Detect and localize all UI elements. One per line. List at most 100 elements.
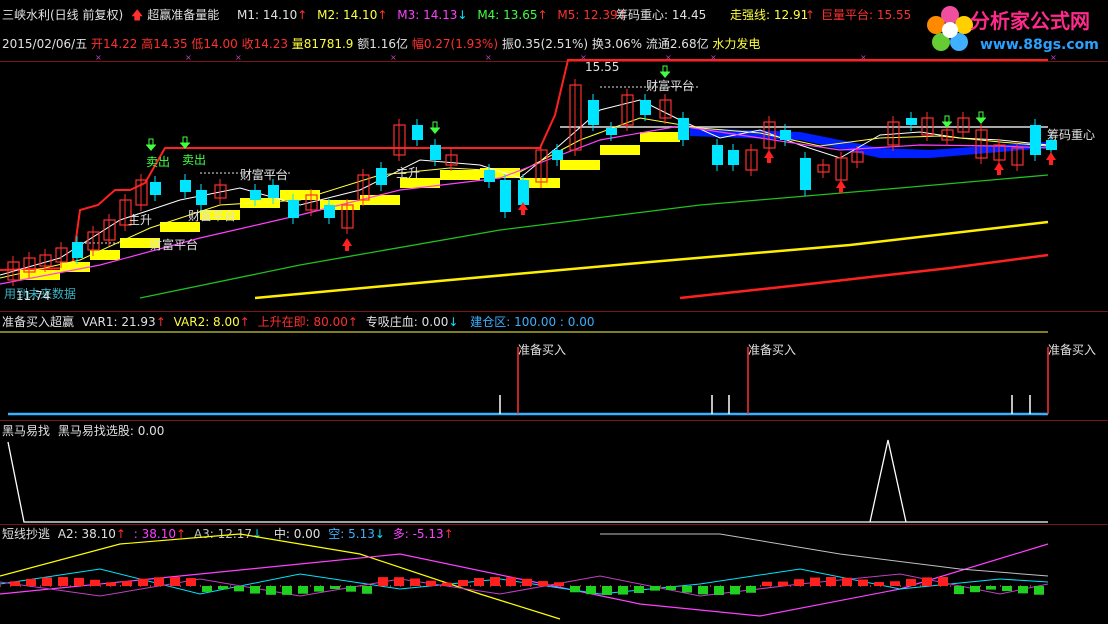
candle-body [906, 118, 917, 125]
histogram-bar [714, 586, 724, 595]
wealth-platform-label: 财富平台 [646, 79, 695, 93]
histogram-bar [906, 578, 916, 586]
sell-arrow-icon [146, 138, 156, 146]
ma120-line [254, 220, 1049, 300]
sell-arrow-icon [942, 115, 952, 123]
histogram-bar [42, 577, 52, 586]
bottom-price-label: 11.74 [16, 289, 51, 303]
histogram-bar [570, 586, 580, 593]
histogram-bar [314, 586, 324, 592]
marker-x: × [390, 53, 397, 62]
candle-body [412, 125, 423, 140]
buy-signal-label: 准备买入 [518, 343, 567, 357]
buy-arrow-icon [1046, 152, 1056, 165]
panel2-chart[interactable] [0, 311, 1108, 421]
histogram-bar [458, 580, 468, 586]
ma250-line [679, 253, 1049, 300]
sell-arrow-icon [660, 65, 670, 73]
wealth-platform-label: 财富平台 [150, 238, 199, 252]
histogram-bar [346, 586, 356, 592]
histogram-bar [970, 586, 980, 593]
histogram-bar [522, 578, 532, 586]
histogram-bar [330, 586, 340, 590]
histogram-bar [218, 586, 228, 590]
histogram-bar [378, 577, 388, 586]
candle-body [552, 150, 563, 160]
blackhorse-line [7, 441, 1048, 523]
buy-arrow-icon [994, 162, 1004, 175]
wealth-platform-label: 财富平台 [240, 168, 289, 182]
histogram-bar [234, 586, 244, 592]
candle-body [72, 242, 83, 258]
candle-body [180, 180, 191, 192]
sell-arrow-icon [180, 136, 190, 144]
histogram-bar [650, 586, 660, 591]
panel4-chart[interactable] [0, 524, 1108, 624]
candle-body [196, 190, 207, 205]
buy-arrow-icon [342, 238, 352, 251]
histogram-bar [698, 586, 708, 595]
wealth-platform-label: 财富平台 [188, 209, 237, 223]
candle-body [376, 168, 387, 185]
candle-body [728, 150, 739, 165]
sell-arrow-icon [430, 128, 440, 134]
histogram-bar [778, 581, 788, 586]
histogram-bar [938, 577, 948, 586]
candle-body [640, 100, 651, 115]
main-up-label: 主升 [128, 213, 153, 227]
candle-body [712, 145, 723, 165]
histogram-bar [682, 586, 692, 593]
buy-signal-label: 准备买入 [748, 343, 797, 357]
histogram-bar [842, 577, 852, 586]
histogram-bar [154, 577, 164, 586]
top-price-label: 15.55 [585, 60, 620, 74]
histogram-bar [10, 581, 20, 586]
histogram-bar [810, 577, 820, 586]
histogram-bar [602, 586, 612, 595]
buy-signal-label: 准备买入 [1048, 343, 1097, 357]
histogram-bar [826, 577, 836, 586]
histogram-bar [170, 577, 180, 586]
candle-body [606, 128, 617, 135]
histogram-bar [394, 577, 404, 586]
histogram-bar [26, 578, 36, 586]
histogram-bar [954, 586, 964, 595]
candle-body [150, 182, 161, 195]
candle-body [588, 100, 599, 125]
strength-band [600, 145, 640, 155]
strength-band [90, 250, 120, 260]
histogram-bar [74, 577, 84, 586]
histogram-bar [250, 586, 260, 594]
marker-x: × [665, 53, 672, 62]
blackhorse-spike [869, 439, 907, 523]
sell-arrow-icon [430, 121, 440, 129]
histogram-bar [298, 586, 308, 594]
histogram-bar [506, 577, 516, 586]
strength-band [560, 160, 600, 170]
candle-body [430, 145, 441, 160]
histogram-bar [922, 577, 932, 586]
histogram-bar [90, 579, 100, 586]
histogram-bar [874, 582, 884, 586]
main-up-label: 主升 [396, 166, 421, 180]
sell-label: 卖出 [182, 153, 207, 167]
candle-body [268, 185, 279, 198]
marker-x: × [485, 53, 492, 62]
buy-arrow-icon [764, 150, 774, 163]
histogram-bar [1018, 586, 1028, 594]
sell-arrow-icon [976, 118, 986, 124]
histogram-bar [746, 586, 756, 593]
panel3-chart[interactable] [0, 420, 1108, 524]
a2-wave [0, 533, 561, 620]
histogram-bar [426, 580, 436, 586]
sell-arrow-icon [146, 145, 156, 151]
histogram-bar [490, 577, 500, 586]
marker-x: × [95, 53, 102, 62]
sell-label: 卖出 [146, 155, 171, 169]
marker-x: × [1050, 53, 1057, 62]
chip-center-label: 筹码重心 [1047, 128, 1096, 142]
candle-body [500, 180, 511, 212]
marker-x: × [185, 53, 192, 62]
marker-x: × [710, 53, 717, 62]
grey-wave [600, 533, 1049, 577]
